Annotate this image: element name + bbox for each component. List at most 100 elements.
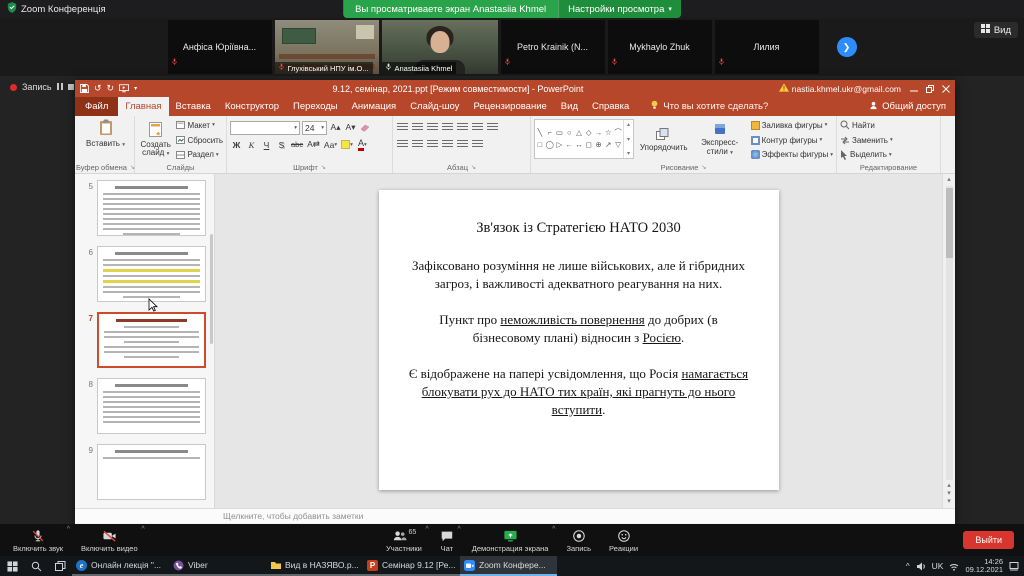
smartart-icon[interactable] <box>471 138 484 152</box>
participant-tile[interactable]: Лилия <box>715 20 819 74</box>
layout-button[interactable]: Макет▾ <box>176 119 223 132</box>
toolbar-video-off-button[interactable]: ^Включить видео <box>72 524 147 556</box>
dialog-launcher-icon[interactable]: ↘ <box>701 164 706 171</box>
speaker-icon[interactable] <box>916 562 926 571</box>
minimize-button[interactable] <box>910 85 918 93</box>
align-center-icon[interactable] <box>411 138 424 152</box>
shape-triangle-icon[interactable]: △ <box>576 127 582 139</box>
shape-plus-circle-icon[interactable]: ⊕ <box>595 139 601 151</box>
tab-Вставка[interactable]: Вставка <box>169 97 218 116</box>
shape-arrow-up-right-icon[interactable]: ↗ <box>605 139 611 151</box>
paste-button[interactable]: Вставить ▾ <box>80 119 131 149</box>
font-name-combobox[interactable]: ▾ <box>230 121 300 135</box>
tab-Вид[interactable]: Вид <box>554 97 585 116</box>
taskbar-app-folder[interactable]: Вид в НАЗЯВО.р... <box>266 556 363 576</box>
shape-left-arrow-icon[interactable]: ← <box>565 139 573 151</box>
decrease-indent-icon[interactable] <box>426 121 439 135</box>
line-spacing-icon[interactable] <box>456 121 469 135</box>
chevron-up-icon[interactable]: ^ <box>426 526 429 533</box>
strikethrough-button[interactable]: abc <box>290 138 304 152</box>
shape-circle-icon[interactable]: ◯ <box>545 139 553 151</box>
scroll-up-icon[interactable]: ▴ <box>947 176 951 184</box>
taskbar-app-powerpoint[interactable]: PСемінар 9.12 [Ре... <box>363 556 460 576</box>
clear-formatting-icon[interactable] <box>359 121 372 135</box>
text-shadow-button[interactable]: S <box>275 138 288 152</box>
tab-Рецензирование[interactable]: Рецензирование <box>466 97 553 116</box>
current-slide[interactable]: Зв'язок із Стратегією НАТО 2030 Зафіксов… <box>379 190 779 490</box>
change-case-button[interactable]: Аа▾ <box>323 138 338 152</box>
tab-Анимация[interactable]: Анимация <box>345 97 404 116</box>
shape-rect-icon[interactable]: ▭ <box>556 127 563 139</box>
clock[interactable]: 14:26 09.12.2021 <box>965 558 1003 575</box>
character-spacing-button[interactable]: A⇄ <box>306 138 321 152</box>
save-icon[interactable] <box>80 84 89 93</box>
shape-fill-button[interactable]: Заливка фигуры▾ <box>751 119 833 132</box>
slide-thumbnail-5[interactable] <box>97 180 206 236</box>
tab-Файл[interactable]: Файл <box>75 97 118 116</box>
shape-outline-button[interactable]: Контур фигуры▾ <box>751 134 833 147</box>
slide-scrollbar[interactable]: ▴ ▴ ▾ ▾ <box>942 174 955 508</box>
tab-Переходы[interactable]: Переходы <box>286 97 345 116</box>
start-slideshow-icon[interactable] <box>119 84 129 93</box>
stop-recording-button[interactable] <box>68 82 74 92</box>
replace-button[interactable]: Заменить▾ <box>840 134 937 147</box>
highlight-button[interactable]: ▾ <box>340 138 354 152</box>
shape-star-icon[interactable]: ☆ <box>605 127 612 139</box>
section-button[interactable]: Раздел▾ <box>176 148 223 161</box>
increase-indent-icon[interactable] <box>441 121 454 135</box>
undo-icon[interactable]: ↺ <box>94 83 102 94</box>
share-button[interactable]: Общий доступ <box>860 101 955 113</box>
slide-thumbnail-9[interactable] <box>97 444 206 500</box>
view-button[interactable]: Вид <box>974 22 1018 38</box>
columns-icon[interactable] <box>456 138 469 152</box>
chevron-up-icon[interactable]: ^ <box>67 526 70 533</box>
shape-square-icon[interactable]: □ <box>538 139 543 151</box>
shapes-gallery-scrollbar[interactable]: ▴▾▾ <box>623 120 633 158</box>
toolbar-participants-button[interactable]: 65^Участники <box>377 524 431 556</box>
dialog-launcher-icon[interactable]: ↘ <box>321 164 326 171</box>
toolbar-record-button[interactable]: Запись <box>557 524 600 556</box>
participant-tile[interactable]: Анфіса Юріївна... <box>168 20 272 74</box>
shape-effects-button[interactable]: Эффекты фигуры▾ <box>751 148 833 161</box>
start-button[interactable] <box>0 556 24 576</box>
account-info[interactable]: nastia.khmel.ukr@gmail.com <box>779 83 901 94</box>
notes-pane[interactable]: Щелкните, чтобы добавить заметки <box>75 508 955 523</box>
find-button[interactable]: Найти <box>840 119 937 132</box>
view-settings-button[interactable]: Настройки просмотра ▾ <box>558 0 681 18</box>
slide-thumbnail-7[interactable] <box>97 312 206 368</box>
next-participants-button[interactable]: ❯ <box>837 37 857 57</box>
leave-button[interactable]: Выйти <box>963 531 1014 549</box>
shape-right-arrow-icon[interactable]: → <box>595 127 603 139</box>
tab-Справка[interactable]: Справка <box>585 97 636 116</box>
task-view-button[interactable] <box>48 556 72 576</box>
font-color-button[interactable]: А▾ <box>356 138 369 152</box>
taskbar-app-zoom[interactable]: Zoom Конфере... <box>460 556 557 576</box>
slide-thumbnail-6[interactable] <box>97 246 206 302</box>
shape-arc-icon[interactable]: ⌒ <box>614 127 622 139</box>
toolbar-reactions-button[interactable]: Реакции <box>600 524 647 556</box>
taskbar-app-browser[interactable]: eОнлайн лекція "... <box>72 556 169 576</box>
language-indicator[interactable]: UK <box>932 561 944 571</box>
participant-tile[interactable]: Petro Krainik (N... <box>501 20 605 74</box>
shape-ellipse-icon[interactable]: ○ <box>567 127 572 139</box>
align-left-icon[interactable] <box>396 138 409 152</box>
redo-icon[interactable]: ↻ <box>107 83 115 94</box>
scroll-down-icon[interactable]: ▾ <box>947 498 951 506</box>
tab-Конструктор[interactable]: Конструктор <box>218 97 286 116</box>
font-size-combobox[interactable]: 24▾ <box>302 121 327 135</box>
taskbar-app-viber[interactable]: Viber <box>169 556 266 576</box>
scrollbar-thumb[interactable] <box>946 188 953 258</box>
tab-Слайд-шоу[interactable]: Слайд-шоу <box>403 97 466 116</box>
bold-button[interactable]: Ж <box>230 138 243 152</box>
participant-tile[interactable]: Anastasiia Khmel <box>382 20 498 74</box>
chevron-up-icon[interactable]: ^ <box>552 526 555 533</box>
shape-elbow-icon[interactable]: ⌐ <box>547 127 551 139</box>
shape-small-square-icon[interactable]: ◻ <box>586 139 592 151</box>
tab-Главная[interactable]: Главная <box>118 97 168 116</box>
align-text-icon[interactable] <box>486 121 499 135</box>
justify-icon[interactable] <box>441 138 454 152</box>
shape-line-icon[interactable]: ╲ <box>538 127 543 139</box>
align-right-icon[interactable] <box>426 138 439 152</box>
shape-diamond-icon[interactable]: ◇ <box>586 127 592 139</box>
quick-styles-button[interactable]: Экспресс-стили ▾ <box>692 119 748 161</box>
